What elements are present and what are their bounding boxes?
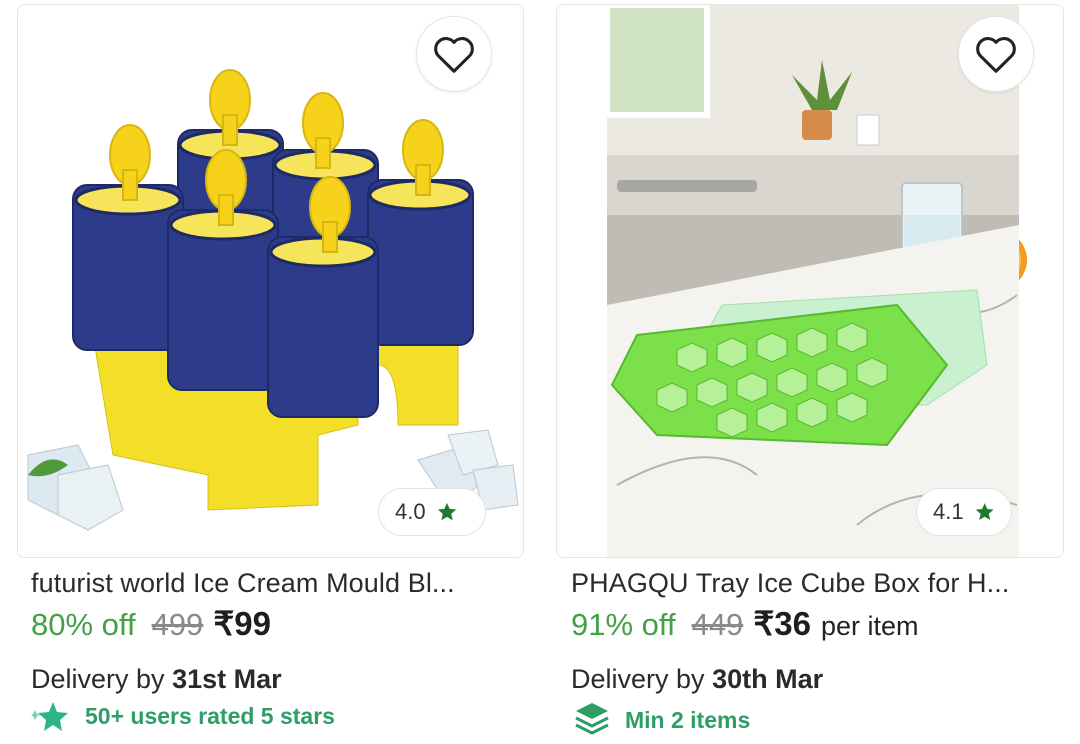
product-title[interactable]: futurist world Ice Cream Mould Bl... <box>31 568 455 599</box>
original-price: 499 <box>151 607 204 642</box>
rating-value: 4.0 <box>395 499 426 524</box>
heart-icon <box>976 37 1016 73</box>
delivery-info: Delivery by 30th Mar <box>571 664 823 695</box>
rating-badge: 4.0 <box>378 488 486 536</box>
heart-icon <box>434 37 474 73</box>
delivery-info: Delivery by 31st Mar <box>31 664 282 695</box>
badge-text: Min 2 items <box>625 706 751 733</box>
wishlist-heart-button[interactable] <box>958 16 1034 92</box>
rating-value: 4.1 <box>933 499 964 524</box>
product-title[interactable]: PHAGQU Tray Ice Cube Box for H... <box>571 568 1009 599</box>
price-row: 91% off 449 ₹36 per item <box>571 604 919 643</box>
delivery-label: Delivery by <box>571 664 705 694</box>
star-icon <box>437 502 456 521</box>
rating-badge: 4.1 <box>916 488 1012 536</box>
price-row: 80% off 499 ₹99 <box>31 604 271 643</box>
original-price: 449 <box>691 607 744 642</box>
sparkle-star-icon <box>31 702 68 731</box>
layers-stack-icon <box>575 703 609 735</box>
rating-highlight-badge: 50+ users rated 5 stars <box>31 700 335 732</box>
min-quantity-badge: Min 2 items <box>573 700 750 740</box>
price-unit: per item <box>821 611 919 641</box>
badge-text: 50+ users rated 5 stars <box>85 702 335 729</box>
sale-price: ₹36 <box>753 605 812 642</box>
discount-percent: 91% off <box>571 607 676 642</box>
delivery-label: Delivery by <box>31 664 165 694</box>
wishlist-heart-button[interactable] <box>416 16 492 92</box>
discount-percent: 80% off <box>31 607 136 642</box>
delivery-date: 30th Mar <box>712 664 824 694</box>
sale-price: ₹99 <box>213 605 272 642</box>
star-icon <box>975 503 994 521</box>
delivery-date: 31st Mar <box>172 664 282 694</box>
